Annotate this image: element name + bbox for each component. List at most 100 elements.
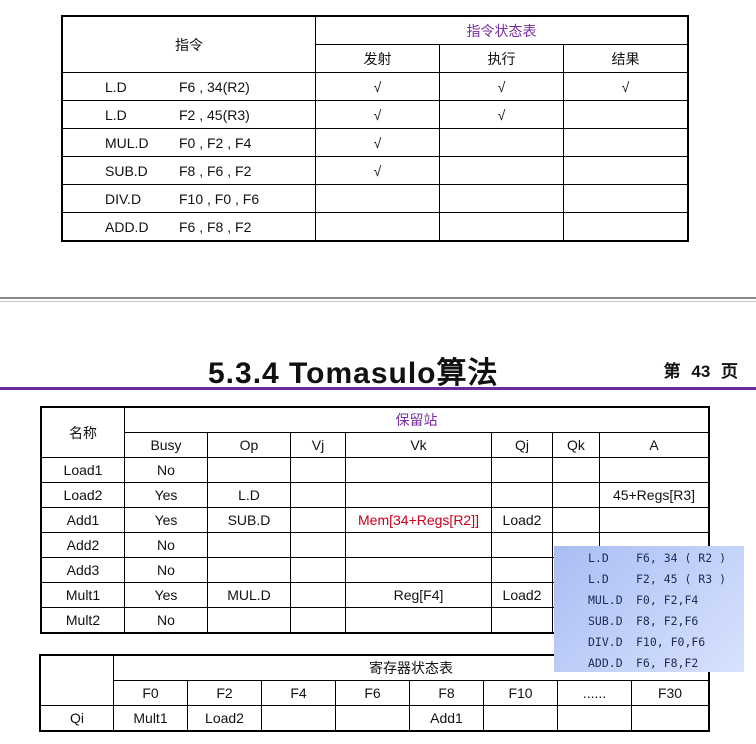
qk-cell xyxy=(552,507,600,533)
instruction-opcode: MUL.D xyxy=(105,134,149,151)
register-corner-cell xyxy=(39,654,114,706)
code-opcode: ADD.D xyxy=(588,656,623,670)
register-header: F8 xyxy=(409,680,484,706)
qk-cell xyxy=(552,457,600,483)
vk-cell xyxy=(345,457,492,483)
op-cell xyxy=(207,557,291,583)
result-cell xyxy=(563,100,689,129)
instruction-cell: SUB.D F8 , F6 , F2 xyxy=(61,156,316,185)
result-column-header: 结果 xyxy=(563,44,689,73)
op-cell xyxy=(207,532,291,558)
execute-cell xyxy=(439,212,564,242)
instruction-status-table: 指令 指令状态表 发射 执行 结果 L.D F6 , 34(R2) √ √ √ L… xyxy=(61,15,689,242)
issue-column-header: 发射 xyxy=(315,44,440,73)
qj-cell: Load2 xyxy=(491,582,553,608)
instruction-row: MUL.D F0 , F2 , F4 √ xyxy=(61,128,689,157)
register-header: F2 xyxy=(187,680,262,706)
code-line: SUB.D F8, F2,F6 xyxy=(588,614,698,628)
station-name: Load2 xyxy=(40,482,125,508)
instruction-row: ADD.D F6 , F8 , F2 xyxy=(61,212,689,242)
title-underline xyxy=(0,387,756,390)
station-row: Load2 Yes L.D 45+Regs[R3] xyxy=(40,482,710,508)
register-qi-row: Qi Mult1 Load2 Add1 xyxy=(39,705,710,732)
register-value xyxy=(631,705,710,732)
register-value xyxy=(483,705,558,732)
instruction-row: DIV.D F10 , F0 , F6 xyxy=(61,184,689,213)
issue-cell: √ xyxy=(315,72,440,101)
execute-column-header: 执行 xyxy=(439,44,564,73)
vk-cell: Reg[F4] xyxy=(345,582,492,608)
page-number: 第 43 页 xyxy=(663,362,738,381)
instruction-cell: ADD.D F6 , F8 , F2 xyxy=(61,212,316,242)
register-header: F4 xyxy=(261,680,336,706)
busy-cell: No xyxy=(124,557,208,583)
code-args: F0, F2,F4 xyxy=(636,593,699,607)
code-line: ADD.D F6, F8,F2 xyxy=(588,656,698,670)
register-value xyxy=(335,705,410,732)
station-row: Load1 No xyxy=(40,457,710,483)
qj-cell xyxy=(491,482,553,508)
reservation-station-title: 保留站 xyxy=(124,406,710,433)
vj-cell xyxy=(290,482,346,508)
instruction-header: 指令 xyxy=(61,15,316,73)
register-value xyxy=(557,705,632,732)
execute-cell xyxy=(439,156,564,185)
register-value: Mult1 xyxy=(113,705,188,732)
instruction-status-title: 指令状态表 xyxy=(315,15,689,45)
instruction-cell: MUL.D F0 , F2 , F4 xyxy=(61,128,316,157)
result-cell xyxy=(563,128,689,157)
busy-cell: No xyxy=(124,607,208,634)
code-line: L.D F2, 45 ( R3 ) xyxy=(588,572,726,586)
a-cell xyxy=(599,457,710,483)
issue-cell: √ xyxy=(315,128,440,157)
instruction-cell: L.D F2 , 45(R3) xyxy=(61,100,316,129)
register-value: Add1 xyxy=(409,705,484,732)
busy-cell: No xyxy=(124,532,208,558)
code-args: F2, 45 ( R3 ) xyxy=(636,572,727,586)
qk-cell xyxy=(552,482,600,508)
instruction-operands: F8 , F6 , F2 xyxy=(179,162,252,179)
station-row: Add1 Yes SUB.D Mem[34+Regs[R2]] Load2 xyxy=(40,507,710,533)
busy-column-header: Busy xyxy=(124,432,208,458)
qj-cell xyxy=(491,557,553,583)
issue-cell xyxy=(315,212,440,242)
register-value xyxy=(261,705,336,732)
vj-column-header: Vj xyxy=(290,432,346,458)
page-title: 5.3.4 Tomasulo算法 xyxy=(208,357,499,390)
vj-cell xyxy=(290,507,346,533)
qk-column-header: Qk xyxy=(552,432,600,458)
a-cell xyxy=(599,507,710,533)
issue-cell: √ xyxy=(315,156,440,185)
vj-cell xyxy=(290,457,346,483)
instruction-row: SUB.D F8 , F6 , F2 √ xyxy=(61,156,689,185)
register-value: Load2 xyxy=(187,705,262,732)
instruction-cell: DIV.D F10 , F0 , F6 xyxy=(61,184,316,213)
result-cell: √ xyxy=(563,72,689,101)
code-opcode: SUB.D xyxy=(588,614,623,628)
vj-cell xyxy=(290,607,346,634)
code-args: F10, F0,F6 xyxy=(636,635,706,649)
register-header: F0 xyxy=(113,680,188,706)
station-name: Add3 xyxy=(40,557,125,583)
op-column-header: Op xyxy=(207,432,291,458)
vj-cell xyxy=(290,532,346,558)
op-cell: L.D xyxy=(207,482,291,508)
vj-cell xyxy=(290,557,346,583)
qj-cell: Load2 xyxy=(491,507,553,533)
instruction-operands: F6 , 34(R2) xyxy=(179,78,250,95)
vk-column-header: Vk xyxy=(345,432,492,458)
code-opcode: MUL.D xyxy=(588,593,623,607)
issue-cell xyxy=(315,184,440,213)
code-opcode: DIV.D xyxy=(588,635,623,649)
instruction-opcode: L.D xyxy=(105,78,127,95)
qj-cell xyxy=(491,532,553,558)
a-column-header: A xyxy=(599,432,710,458)
execute-cell: √ xyxy=(439,72,564,101)
qj-cell xyxy=(491,457,553,483)
vk-cell xyxy=(345,532,492,558)
code-line: DIV.D F10, F0,F6 xyxy=(588,635,705,649)
slide-divider xyxy=(0,297,756,299)
execute-cell xyxy=(439,184,564,213)
op-cell: SUB.D xyxy=(207,507,291,533)
busy-cell: Yes xyxy=(124,582,208,608)
